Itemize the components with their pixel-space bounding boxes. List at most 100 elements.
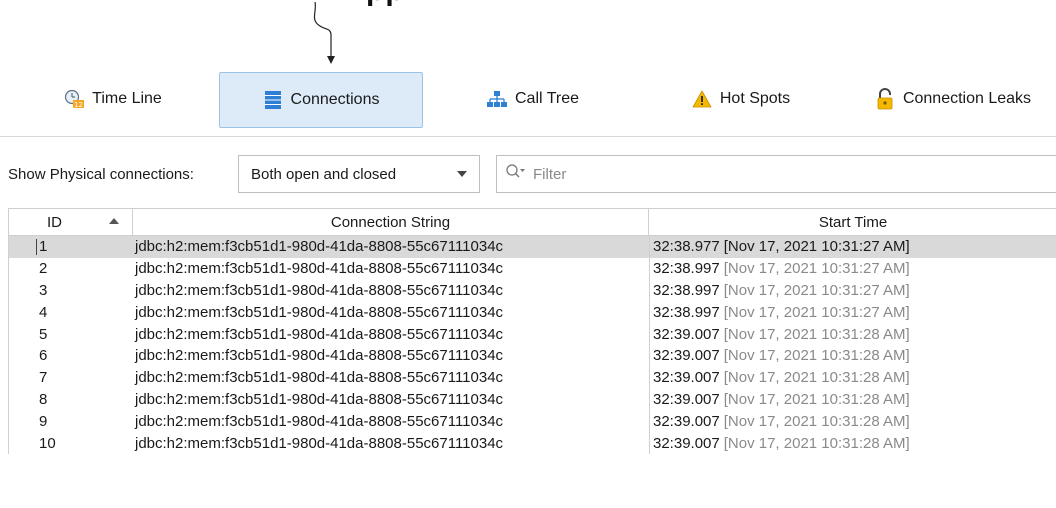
cell-connection-string: jdbc:h2:mem:f3cb51d1-980d-41da-8808-55c6… [135,238,504,256]
physical-connections-label: Show Physical connections: [8,166,194,183]
tab-label: Call Tree [514,90,580,107]
cell-start-time: 32:39.007 [Nov 17, 2021 10:31:28 AM] [649,410,1056,433]
cell-start-time: 32:39.007 [Nov 17, 2021 10:31:28 AM] [649,432,1056,454]
cell-id: 3 [39,281,48,299]
tab-connection-leaks[interactable]: Connection Leaks [858,72,1048,126]
cell-id-text: 1 [39,238,48,256]
cell-connection-string: jdbc:h2:mem:f3cb51d1-980d-41da-8808-55c6… [135,434,504,452]
table-row[interactable]: 10 jdbc:h2:mem:f3cb51d1-980d-41da-8808-5… [9,432,1056,454]
cell-id: 9 [39,412,48,430]
start-time-date: [Nov 17, 2021 10:31:27 AM] [723,281,910,299]
start-time-value: 32:39.007 [653,369,720,387]
table-row[interactable]: 1 jdbc:h2:mem:f3cb51d1-980d-41da-8808-55… [9,236,1056,258]
start-time-value: 32:38.997 [653,303,720,321]
filter-search-box[interactable] [496,155,1056,193]
start-time-value: 32:38.997 [653,260,720,278]
cell-connection-string: jdbc:h2:mem:f3cb51d1-980d-41da-8808-55c6… [135,369,504,387]
call-tree-icon [486,89,507,109]
cell-connection-string: jdbc:h2:mem:f3cb51d1-980d-41da-8808-55c6… [135,325,504,343]
physical-connections-dropdown[interactable]: Both open and closed [238,155,480,193]
cell-start-time: 32:38.997 [Nov 17, 2021 10:31:27 AM] [649,279,1056,302]
table-row[interactable]: 5 jdbc:h2:mem:f3cb51d1-980d-41da-8808-55… [9,323,1056,345]
start-time-value: 32:39.007 [653,390,720,408]
cell-id: 1 [9,236,133,258]
svg-text:12: 12 [74,101,83,109]
start-time-value: 32:39.007 [653,412,720,430]
column-header-label: ID [47,213,62,231]
tab-divider [0,136,1056,137]
cell-start-time: 32:38.997 [Nov 17, 2021 10:31:27 AM] [649,257,1056,280]
table-row[interactable]: 4 jdbc:h2:mem:f3cb51d1-980d-41da-8808-55… [9,301,1056,324]
cell-connection-string: jdbc:h2:mem:f3cb51d1-980d-41da-8808-55c6… [135,390,504,408]
tab-time-line[interactable]: 12 Time Line [48,72,178,126]
cell-connection-string: jdbc:h2:mem:f3cb51d1-980d-41da-8808-55c6… [135,260,504,278]
chevron-down-icon [457,171,467,177]
column-header-label: Start Time [818,213,888,231]
caption-fragment: pp [366,0,486,14]
tab-call-tree[interactable]: Call Tree [468,72,598,126]
table-row[interactable]: 2 jdbc:h2:mem:f3cb51d1-980d-41da-8808-55… [9,257,1056,280]
cell-id: 4 [39,303,48,321]
table-row[interactable]: 7 jdbc:h2:mem:f3cb51d1-980d-41da-8808-55… [9,366,1056,389]
cell-id: 2 [39,260,48,278]
table-row[interactable]: 8 jdbc:h2:mem:f3cb51d1-980d-41da-8808-55… [9,388,1056,411]
table-row[interactable]: 6 jdbc:h2:mem:f3cb51d1-980d-41da-8808-55… [9,344,1056,367]
tab-hot-spots[interactable]: Hot Spots [676,72,806,126]
cell-id: 7 [39,369,48,387]
table-row[interactable]: 3 jdbc:h2:mem:f3cb51d1-980d-41da-8808-55… [9,279,1056,302]
start-time-value: 32:39.007 [653,434,720,452]
cell-connection-string: jdbc:h2:mem:f3cb51d1-980d-41da-8808-55c6… [135,412,504,430]
cell-start-time: 32:39.007 [Nov 17, 2021 10:31:28 AM] [649,323,1056,345]
cell-id: 10 [39,434,56,452]
dropdown-selected-value: Both open and closed [251,165,397,183]
cell-start-time: 32:38.977 [Nov 17, 2021 10:31:27 AM] [649,236,1056,258]
start-time-date: [Nov 17, 2021 10:31:28 AM] [723,412,910,430]
tab-label: Connection Leaks [902,90,1032,107]
start-time-value: 32:38.997 [653,281,720,299]
cell-id: 6 [39,347,48,365]
connections-table: ID Connection String Start Time 1 jdbc:h… [8,208,1056,454]
filter-input[interactable] [531,164,1015,184]
start-time-date: [Nov 17, 2021 10:31:27 AM] [723,238,910,256]
table-header: ID Connection String Start Time [9,209,1056,236]
start-time-value: 32:39.007 [653,347,720,365]
tab-bar: 12 Time Line Connections Call Tree Hot S… [0,72,1056,128]
start-time-date: [Nov 17, 2021 10:31:28 AM] [723,347,910,365]
start-time-date: [Nov 17, 2021 10:31:27 AM] [723,260,910,278]
cell-start-time: 32:39.007 [Nov 17, 2021 10:31:28 AM] [649,344,1056,367]
cell-connection-string: jdbc:h2:mem:f3cb51d1-980d-41da-8808-55c6… [135,347,504,365]
tab-connections[interactable]: Connections [219,72,423,128]
cell-connection-string: jdbc:h2:mem:f3cb51d1-980d-41da-8808-55c6… [135,281,504,299]
tab-label: Time Line [92,90,162,107]
cell-id: 5 [39,325,48,343]
start-time-date: [Nov 17, 2021 10:31:27 AM] [723,303,910,321]
filter-toolbar: Show Physical connections: Both open and… [0,155,1056,195]
start-time-date: [Nov 17, 2021 10:31:28 AM] [723,369,910,387]
start-time-date: [Nov 17, 2021 10:31:28 AM] [723,325,910,343]
start-time-date: [Nov 17, 2021 10:31:28 AM] [723,434,910,452]
cell-start-time: 32:39.007 [Nov 17, 2021 10:31:28 AM] [649,366,1056,389]
search-dropdown-icon[interactable] [505,163,527,186]
cell-start-time: 32:38.997 [Nov 17, 2021 10:31:27 AM] [649,301,1056,324]
tab-label: Connections [290,91,380,108]
start-time-value: 32:38.977 [653,238,720,256]
column-header-start-time[interactable]: Start Time [649,209,1056,235]
annotation-arrow-icon [313,1,335,64]
unlocked-padlock-icon [875,88,895,110]
table-row[interactable]: 9 jdbc:h2:mem:f3cb51d1-980d-41da-8808-55… [9,410,1056,433]
start-time-date: [Nov 17, 2021 10:31:28 AM] [723,390,910,408]
caption-fragment-text: pp [366,0,405,7]
start-time-value: 32:39.007 [653,325,720,343]
warning-icon [692,89,712,109]
cell-id: 8 [39,390,48,408]
timeline-clock-icon: 12 [64,89,85,109]
database-icon [263,90,283,110]
column-header-connection-string[interactable]: Connection String [133,209,649,235]
text-cursor [36,238,37,255]
tab-label: Hot Spots [719,90,791,107]
column-header-id[interactable]: ID [9,209,133,235]
sort-ascending-icon [109,218,119,224]
cell-start-time: 32:39.007 [Nov 17, 2021 10:31:28 AM] [649,388,1056,411]
column-header-label: Connection String [330,213,451,231]
cell-connection-string: jdbc:h2:mem:f3cb51d1-980d-41da-8808-55c6… [135,303,504,321]
